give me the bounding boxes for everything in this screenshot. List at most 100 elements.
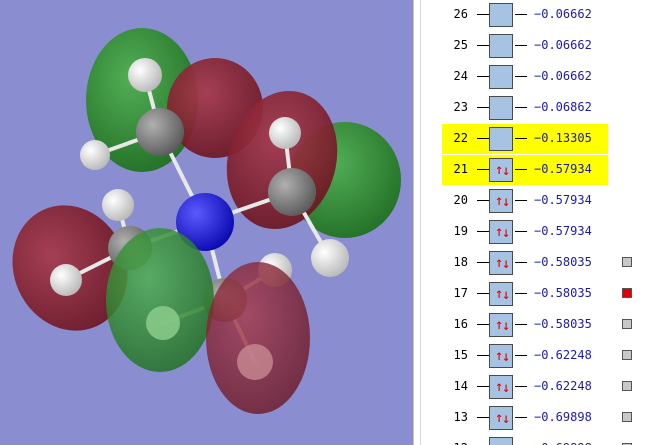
orbital-energy: −0.57934 bbox=[534, 162, 592, 176]
level-line bbox=[477, 76, 489, 77]
orbital-occupancy-box[interactable]: ↑↓ bbox=[489, 158, 513, 182]
orbital-index: 22 bbox=[453, 131, 468, 145]
hydrogen-atom bbox=[146, 306, 180, 340]
hydrogen-atom bbox=[311, 239, 349, 277]
orbital-occupancy-box[interactable]: ↑↓ bbox=[489, 344, 513, 368]
orbital-index: 20 bbox=[453, 193, 468, 207]
orbital-row-13[interactable]: 13 ↑ ↓ −0.69898 bbox=[442, 403, 648, 433]
orbital-index: 12 bbox=[442, 441, 468, 445]
orbital-visibility-checkbox[interactable] bbox=[622, 319, 632, 329]
orbital-energy: −0.06662 bbox=[534, 7, 592, 21]
spin-down-arrow-icon: ↓ bbox=[502, 225, 511, 241]
orbital-energy: −0.58035 bbox=[534, 255, 592, 269]
orbital-occupancy-box[interactable]: ↑↓ bbox=[489, 313, 513, 337]
hydrogen-atom bbox=[237, 344, 273, 380]
hydrogen-atom bbox=[50, 264, 82, 296]
spin-down-arrow-icon: ↓ bbox=[502, 287, 511, 303]
spin-down-arrow-icon: ↓ bbox=[502, 318, 511, 334]
orbital-occupancy-box[interactable]: ↑↓ bbox=[489, 375, 513, 399]
hydrogen-atom bbox=[269, 117, 301, 149]
orbital-row-26[interactable]: 26 −0.06662 bbox=[442, 0, 648, 30]
orbital-energy: −0.06662 bbox=[534, 69, 592, 83]
level-line bbox=[477, 14, 489, 15]
level-line bbox=[515, 14, 527, 15]
orbital-index: 26 bbox=[453, 7, 468, 21]
orbital-index: 15 bbox=[453, 348, 468, 362]
level-line bbox=[477, 355, 489, 356]
level-line bbox=[477, 45, 489, 46]
splitter[interactable] bbox=[413, 0, 432, 445]
level-line bbox=[515, 293, 527, 294]
molecule-viewport[interactable] bbox=[0, 0, 413, 445]
orbital-occupancy-box[interactable]: ↑↓ bbox=[489, 406, 513, 430]
hydrogen-atom bbox=[80, 140, 110, 170]
spin-down-arrow-icon: ↓ bbox=[502, 441, 510, 445]
orbital-lobe-positive bbox=[106, 228, 214, 372]
orbital-occupancy-box[interactable]: ↑↓ bbox=[489, 189, 513, 213]
level-line bbox=[477, 293, 489, 294]
orbital-occupancy-box[interactable]: ↑↓ bbox=[489, 251, 513, 275]
level-line bbox=[515, 355, 527, 356]
orbital-row-18[interactable]: 18 ↑ ↓ −0.58035 bbox=[442, 248, 648, 278]
molecule-render bbox=[12, 28, 401, 414]
orbital-energy: −0.69898 bbox=[534, 441, 592, 445]
level-line bbox=[515, 138, 527, 139]
carbon-atom bbox=[136, 108, 184, 156]
orbital-row-20[interactable]: 20 ↑ ↓ −0.57934 bbox=[442, 186, 648, 216]
hydrogen-atom bbox=[102, 189, 134, 221]
orbital-occupancy-box[interactable]: ↑↓ bbox=[489, 220, 513, 244]
orbital-occupancy-box[interactable]: ↑↓ bbox=[489, 282, 513, 306]
orbital-index: 21 bbox=[453, 162, 468, 176]
level-line bbox=[515, 417, 527, 418]
level-line bbox=[515, 200, 527, 201]
level-line bbox=[477, 324, 489, 325]
orbital-row-16[interactable]: 16 ↑ ↓ −0.58035 bbox=[442, 310, 648, 340]
orbital-energy: −0.06662 bbox=[534, 38, 592, 52]
orbital-index: 25 bbox=[453, 38, 468, 52]
orbital-visibility-checkbox[interactable] bbox=[622, 288, 632, 298]
orbital-row-24[interactable]: 24 −0.06662 bbox=[442, 62, 648, 92]
orbital-occupancy-box[interactable]: ↑↓ bbox=[489, 437, 513, 445]
orbital-energy: −0.58035 bbox=[534, 317, 592, 331]
orbital-row-23[interactable]: 23 −0.06862 bbox=[442, 93, 648, 123]
level-line bbox=[515, 262, 527, 263]
level-line bbox=[515, 107, 527, 108]
level-line bbox=[477, 169, 489, 170]
orbital-energy: −0.58035 bbox=[534, 286, 592, 300]
orbital-occupancy-box[interactable] bbox=[489, 96, 513, 120]
orbital-row-25[interactable]: 25 −0.06662 bbox=[442, 31, 648, 61]
orbital-row-17[interactable]: 17 ↑ ↓ −0.58035 bbox=[442, 279, 648, 309]
orbital-row-22[interactable]: 22 −0.13305 bbox=[442, 124, 648, 154]
orbital-row-14[interactable]: 14 ↑ ↓ −0.62248 bbox=[442, 372, 648, 402]
orbital-occupancy-box[interactable] bbox=[489, 34, 513, 58]
orbital-energy: −0.62248 bbox=[534, 348, 592, 362]
orbital-row-15[interactable]: 15 ↑ ↓ −0.62248 bbox=[442, 341, 648, 371]
orbital-occupancy-box[interactable] bbox=[489, 127, 513, 151]
orbital-visibility-checkbox[interactable] bbox=[622, 350, 632, 360]
orbital-index: 13 bbox=[453, 410, 468, 424]
orbital-energy: −0.57934 bbox=[534, 224, 592, 238]
level-line bbox=[515, 231, 527, 232]
orbital-occupancy-box[interactable] bbox=[489, 65, 513, 89]
orbital-index: 16 bbox=[453, 317, 468, 331]
orbital-row-21[interactable]: 21 ↑ ↓ −0.57934 bbox=[442, 155, 648, 185]
orbital-visibility-checkbox[interactable] bbox=[622, 381, 632, 391]
orbital-lobe-negative bbox=[206, 262, 310, 414]
level-line bbox=[515, 169, 527, 170]
orbital-energy: −0.57934 bbox=[534, 193, 592, 207]
orbital-index: 17 bbox=[453, 286, 468, 300]
level-line bbox=[477, 200, 489, 201]
orbital-visibility-checkbox[interactable] bbox=[622, 257, 632, 267]
orbital-energy-panel[interactable]: 26 −0.06662 25 −0.06662 24 −0.06662 23 −0.06862… bbox=[432, 0, 649, 445]
orbital-index: 24 bbox=[453, 69, 468, 83]
level-line bbox=[477, 231, 489, 232]
level-line bbox=[515, 45, 527, 46]
orbital-energy: −0.69898 bbox=[534, 410, 592, 424]
orbital-occupancy-box[interactable] bbox=[489, 3, 513, 27]
orbital-index: 19 bbox=[453, 224, 468, 238]
orbital-row-12[interactable]: 12 ↑↓ −0.69898 bbox=[442, 434, 648, 445]
orbital-index: 23 bbox=[453, 100, 468, 114]
orbital-row-19[interactable]: 19 ↑ ↓ −0.57934 bbox=[442, 217, 648, 247]
spin-down-arrow-icon: ↓ bbox=[502, 256, 511, 272]
orbital-visibility-checkbox[interactable] bbox=[622, 412, 632, 422]
